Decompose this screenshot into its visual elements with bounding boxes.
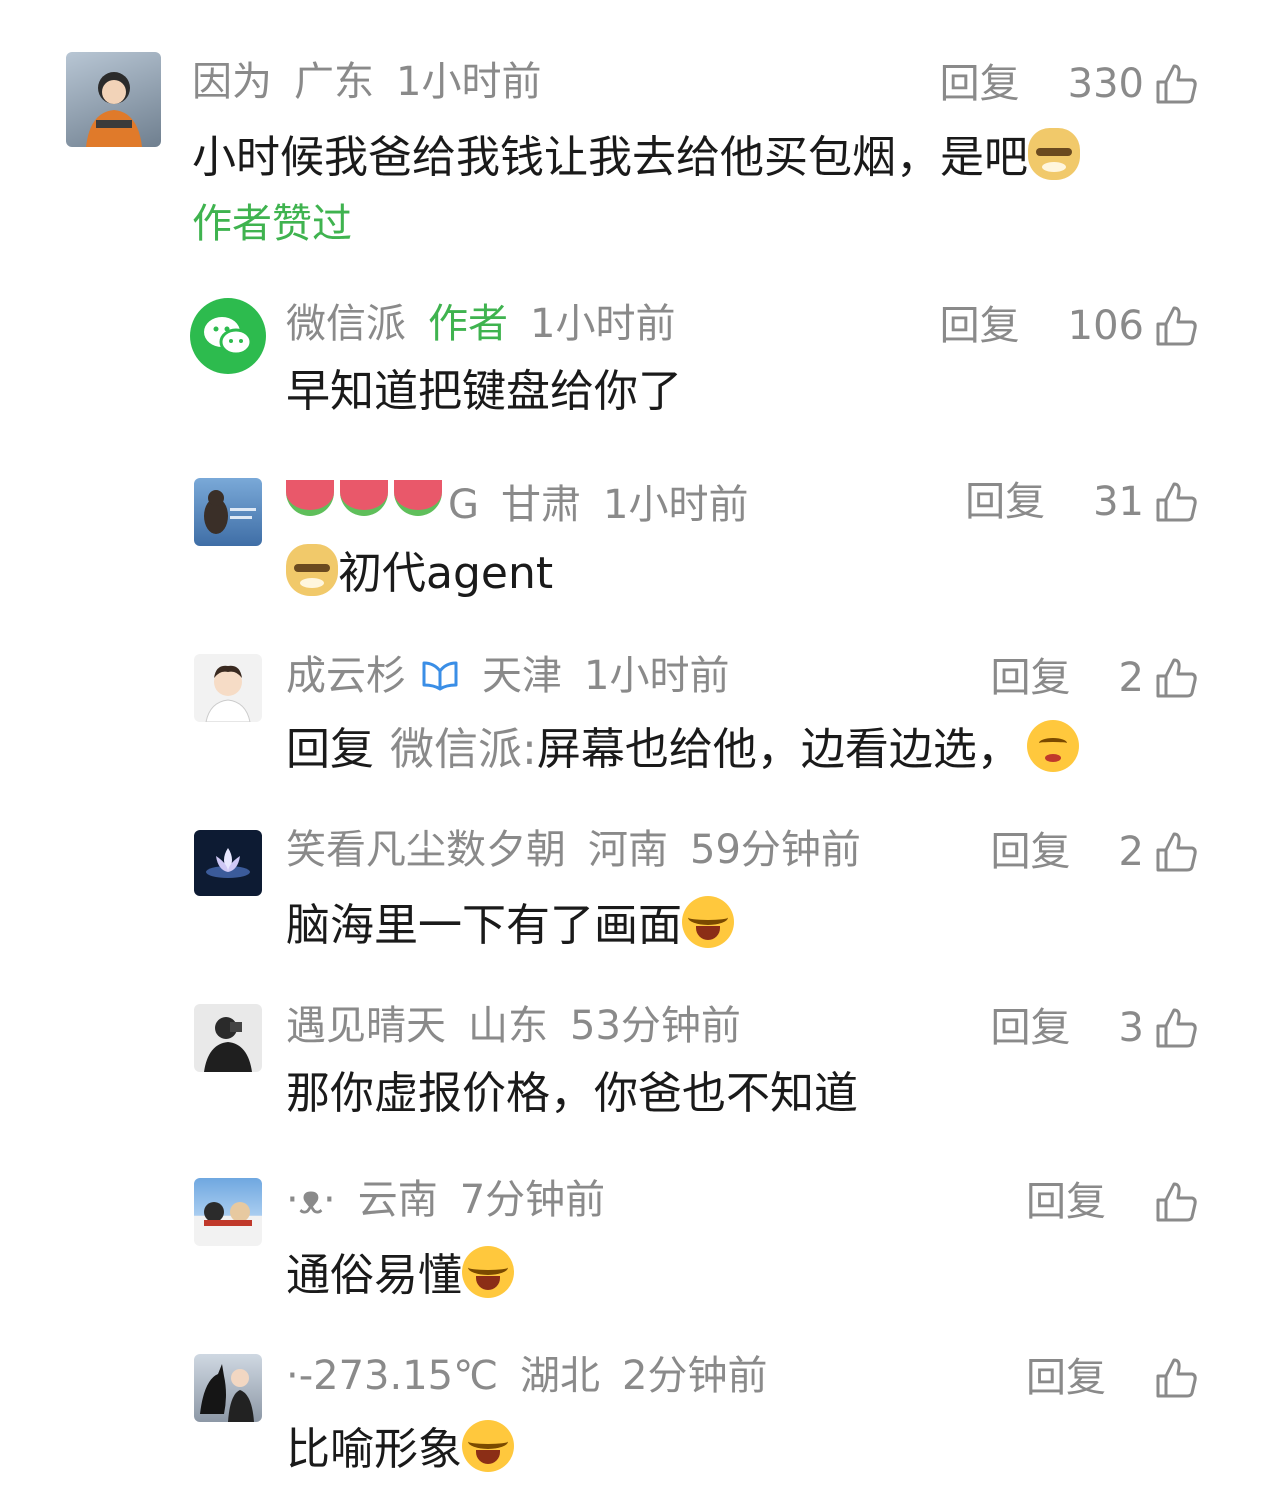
avatar[interactable]: [194, 478, 262, 546]
user-name[interactable]: G: [286, 480, 479, 528]
like-count: 330: [1067, 61, 1144, 107]
location: 湖北: [520, 1353, 601, 1399]
comment-actions: 回复 106: [940, 304, 1198, 348]
thumbs-up-icon[interactable]: [1154, 1356, 1198, 1400]
comment-text: 回复 微信派:屏幕也给他，边看边选，: [286, 720, 1079, 772]
thumbs-up-icon[interactable]: [1154, 1006, 1198, 1050]
like-count: 2: [1118, 829, 1144, 875]
comment-meta: 微信派 作者 1小时前: [286, 304, 697, 344]
location: 河南: [588, 827, 668, 873]
comment-actions: 回复 2: [991, 656, 1198, 700]
comment-actions: 回复 31: [965, 480, 1198, 524]
watermelon-emoji: [286, 480, 334, 516]
dog-smirk-emoji: [1028, 128, 1080, 180]
comment-actions: 回复 2: [991, 830, 1198, 874]
avatar[interactable]: [194, 1354, 262, 1422]
comment-text: 通俗易懂: [286, 1246, 514, 1298]
like-count: 106: [1067, 303, 1144, 349]
comment-actions: 回复 3: [991, 1006, 1198, 1050]
comment-meta: 成云杉 天津 1小时前: [286, 656, 751, 700]
comment-meta: ·ᴥ· 云南 7分钟前: [286, 1180, 627, 1220]
comment-text: 早知道把键盘给你了: [286, 366, 682, 417]
location: 甘肃: [501, 482, 581, 528]
comment-text: 初代agent: [286, 544, 553, 596]
timestamp: 59分钟前: [690, 827, 861, 873]
user-name[interactable]: 成云杉: [286, 653, 406, 699]
timestamp: 7分钟前: [459, 1177, 606, 1223]
like-count: 2: [1118, 655, 1144, 701]
timestamp: 53分钟前: [570, 1003, 741, 1049]
watermelon-emoji: [340, 480, 388, 516]
user-name[interactable]: 因为: [192, 59, 272, 105]
reply-button[interactable]: 回复: [991, 658, 1071, 698]
reply-button[interactable]: 回复: [991, 1008, 1071, 1048]
reply-button[interactable]: 回复: [1026, 1182, 1106, 1222]
avatar[interactable]: [194, 1004, 262, 1072]
avatar[interactable]: [194, 1178, 262, 1246]
reply-target[interactable]: 微信派:: [390, 724, 537, 775]
comment-meta: 笑看凡尘数夕朝 河南 59分钟前: [286, 830, 883, 870]
author-tag: 作者: [428, 301, 508, 347]
avatar[interactable]: [194, 654, 262, 722]
thumbs-up-icon[interactable]: [1154, 480, 1198, 524]
location: 广东: [294, 59, 374, 105]
crying-laugh-emoji: [682, 896, 734, 948]
verified-badge-icon: [420, 657, 460, 700]
timestamp: 2分钟前: [622, 1353, 768, 1399]
location: 天津: [482, 653, 562, 699]
avatar[interactable]: [66, 52, 161, 147]
comment-actions: 回复: [1026, 1180, 1198, 1224]
reply-button[interactable]: 回复: [991, 832, 1071, 872]
comment-meta: 因为 广东 1小时前: [192, 62, 563, 102]
thumbs-up-icon[interactable]: [1154, 830, 1198, 874]
timestamp: 1小时前: [530, 301, 676, 347]
watermelon-emoji: [394, 480, 442, 516]
liked-by-author-badge: 作者赞过: [192, 201, 352, 247]
comment-meta: ·-273.15℃ 湖北 2分钟前: [286, 1356, 789, 1396]
user-name[interactable]: ·ᴥ·: [286, 1177, 336, 1223]
user-name[interactable]: 遇见晴天: [286, 1003, 446, 1049]
reply-button[interactable]: 回复: [940, 306, 1020, 346]
comment-text: 比喻形象: [286, 1420, 514, 1472]
dog-smirk-emoji: [286, 544, 338, 596]
avatar[interactable]: [194, 830, 262, 896]
reply-button[interactable]: 回复: [940, 64, 1020, 104]
timestamp: 1小时前: [603, 482, 749, 528]
location: 云南: [357, 1177, 438, 1223]
comment-meta: G 甘肃 1小时前: [286, 480, 770, 525]
comment-actions: 回复 330: [940, 62, 1198, 106]
comment-meta: 遇见晴天 山东 53分钟前: [286, 1006, 763, 1046]
reply-prefix: 回复: [286, 724, 374, 775]
reply-button[interactable]: 回复: [1026, 1358, 1106, 1398]
user-name[interactable]: 微信派: [286, 301, 406, 347]
timestamp: 1小时前: [584, 653, 730, 699]
user-name[interactable]: 笑看凡尘数夕朝: [286, 827, 566, 873]
like-count: 3: [1118, 1005, 1144, 1051]
comment-text: 脑海里一下有了画面: [286, 896, 734, 948]
location: 山东: [468, 1003, 548, 1049]
avatar[interactable]: [190, 298, 266, 374]
thumbs-up-icon[interactable]: [1154, 1180, 1198, 1224]
crying-laugh-emoji: [462, 1420, 514, 1472]
thumbs-up-icon[interactable]: [1154, 62, 1198, 106]
comment-text: 那你虚报价格，你爸也不知道: [286, 1068, 858, 1119]
like-count: 31: [1093, 479, 1144, 525]
thumbs-up-icon[interactable]: [1154, 304, 1198, 348]
comment-text: 小时候我爸给我钱让我去给他买包烟，是吧: [192, 128, 1080, 180]
tears-of-joy-emoji: [462, 1246, 514, 1298]
timestamp: 1小时前: [396, 59, 542, 105]
kissing-face-emoji: [1026, 720, 1079, 772]
thumbs-up-icon[interactable]: [1154, 656, 1198, 700]
reply-button[interactable]: 回复: [965, 482, 1045, 522]
user-name[interactable]: ·-273.15℃: [286, 1353, 498, 1399]
comment-actions: 回复: [1026, 1356, 1198, 1400]
